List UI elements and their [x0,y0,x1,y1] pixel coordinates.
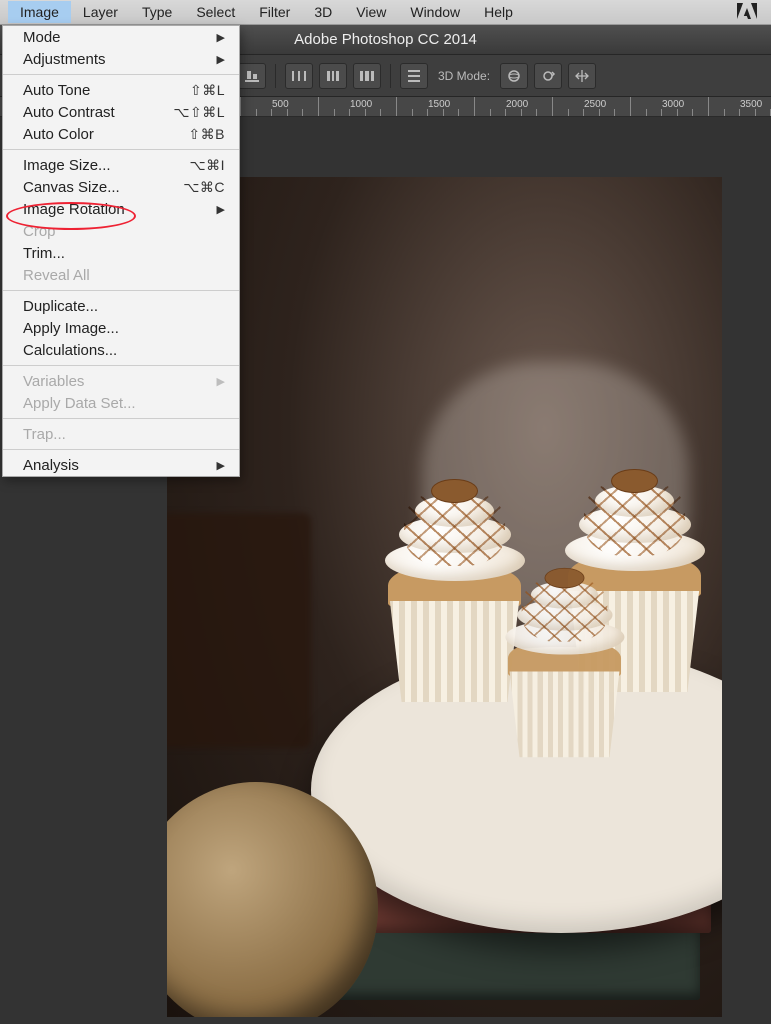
image-menu-dropdown: Mode ▶ Adjustments ▶ Auto Tone ⇧⌘L Auto Contra… [2,25,240,477]
menu-type[interactable]: Type [130,1,184,23]
distribute-h2-button[interactable] [319,63,347,89]
menu-layer[interactable]: Layer [71,1,130,23]
menu-separator [3,290,239,291]
menu-separator [3,149,239,150]
menu-item-label: Trap... [23,426,66,443]
menu-image[interactable]: Image [8,1,71,23]
3d-pan-button[interactable] [568,63,596,89]
menu-item-trap: Trap... [3,423,239,445]
menu-select[interactable]: Select [184,1,247,23]
menu-item-label: Reveal All [23,267,90,284]
ruler-tick: 3500 [740,99,762,110]
menu-item-label: Image Size... [23,157,111,174]
menu-item-label: Apply Data Set... [23,395,136,412]
ruler-tick: 3000 [662,99,684,110]
distribute-h3-button[interactable] [353,63,381,89]
menu-view[interactable]: View [344,1,398,23]
menu-item-canvas-size[interactable]: Canvas Size... ⌥⌘C [3,176,239,198]
menu-separator [3,74,239,75]
menu-item-auto-tone[interactable]: Auto Tone ⇧⌘L [3,79,239,101]
menu-item-label: Auto Contrast [23,104,115,121]
menu-item-label: Crop [23,223,56,240]
menu-item-adjustments[interactable]: Adjustments ▶ [3,48,239,70]
menu-item-shortcut: ⌥⇧⌘L [173,104,225,121]
ruler-tick: 1500 [428,99,450,110]
menu-item-mode[interactable]: Mode ▶ [3,26,239,48]
3d-mode-label: 3D Mode: [438,69,490,83]
menu-item-auto-contrast[interactable]: Auto Contrast ⌥⇧⌘L [3,101,239,123]
menu-item-calculations[interactable]: Calculations... [3,339,239,361]
menu-item-label: Analysis [23,457,79,474]
menu-item-auto-color[interactable]: Auto Color ⇧⌘B [3,123,239,145]
menu-separator [3,418,239,419]
menu-item-shortcut: ⌥⌘I [189,157,225,174]
ruler-tick: 2500 [584,99,606,110]
menu-item-shortcut: ⇧⌘L [190,82,225,99]
menu-item-label: Auto Color [23,126,94,143]
menu-item-label: Image Rotation [23,201,125,218]
menu-item-variables: Variables ▶ [3,370,239,392]
menu-item-label: Canvas Size... [23,179,120,196]
menu-item-label: Variables [23,373,84,390]
menu-item-label: Calculations... [23,342,117,359]
menu-separator [3,449,239,450]
menu-item-reveal-all: Reveal All [3,264,239,286]
window-title: Adobe Photoshop CC 2014 [294,31,477,48]
distribute-v-button[interactable] [400,63,428,89]
submenu-arrow-icon: ▶ [217,203,225,216]
menu-item-label: Adjustments [23,51,106,68]
menu-item-label: Duplicate... [23,298,98,315]
menu-item-label: Trim... [23,245,65,262]
menu-item-apply-image[interactable]: Apply Image... [3,317,239,339]
menu-item-label: Apply Image... [23,320,119,337]
menu-3d[interactable]: 3D [302,1,344,23]
menu-item-crop: Crop [3,220,239,242]
ruler-tick: 2000 [506,99,528,110]
menu-item-trim[interactable]: Trim... [3,242,239,264]
distribute-h1-button[interactable] [285,63,313,89]
menu-item-apply-data-set: Apply Data Set... [3,392,239,414]
menu-item-label: Mode [23,29,61,46]
3d-rotate-button[interactable] [534,63,562,89]
menu-item-shortcut: ⌥⌘C [183,179,225,196]
menubar: Image Layer Type Select Filter 3D View W… [0,0,771,25]
adobe-logo-icon [737,3,763,22]
submenu-arrow-icon: ▶ [217,375,225,388]
ruler-tick: 1000 [350,99,372,110]
menu-item-duplicate[interactable]: Duplicate... [3,295,239,317]
submenu-arrow-icon: ▶ [217,53,225,66]
menu-item-shortcut: ⇧⌘B [188,126,225,143]
menu-help[interactable]: Help [472,1,525,23]
menu-item-analysis[interactable]: Analysis ▶ [3,454,239,476]
submenu-arrow-icon: ▶ [217,31,225,44]
menu-filter[interactable]: Filter [247,1,302,23]
submenu-arrow-icon: ▶ [217,459,225,472]
menu-separator [3,365,239,366]
document-canvas[interactable] [167,177,722,1017]
menu-window[interactable]: Window [398,1,472,23]
3d-orbit-button[interactable] [500,63,528,89]
menu-item-image-size[interactable]: Image Size... ⌥⌘I [3,154,239,176]
menu-item-image-rotation[interactable]: Image Rotation ▶ [3,198,239,220]
align-bottom-button[interactable] [238,63,266,89]
menu-item-label: Auto Tone [23,82,90,99]
